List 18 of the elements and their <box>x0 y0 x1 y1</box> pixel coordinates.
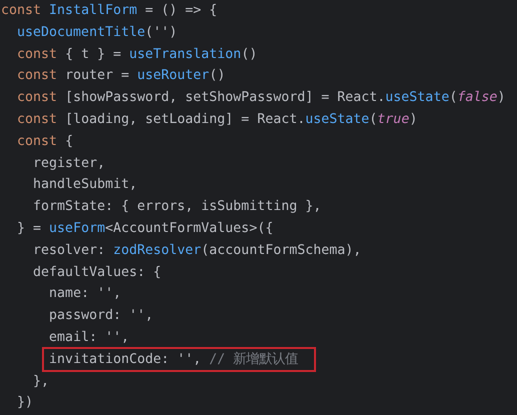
code-line: useDocumentTitle('') <box>17 24 178 40</box>
code-line: const [loading, setLoading] = React.useState(true) <box>17 112 418 127</box>
code-line: const { <box>17 134 74 149</box>
code-line: name: '', <box>49 286 122 302</box>
code-line: const { t } = useTranslation() <box>17 46 258 62</box>
code-line: password: '', <box>49 308 154 324</box>
code-line: const InstallForm = () => { <box>1 3 218 18</box>
code-line: const router = useRouter() <box>17 68 226 84</box>
code-line: email: '', <box>49 330 130 345</box>
code-line: handleSubmit, <box>33 177 138 192</box>
code-line: const [showPassword, setShowPassword] = React.useState(false) <box>17 90 506 106</box>
code-line: formState: { errors, isSubmitting }, <box>33 199 322 214</box>
code-line: defaultValues: { <box>33 264 162 280</box>
code-line: }, <box>33 374 50 389</box>
code-line: } = useForm<AccountFormValues>({ <box>17 220 274 236</box>
code-line: resolver: zodResolver(accountFormSchema), <box>33 242 362 258</box>
code-line: register, <box>33 156 106 171</box>
code-line: }) <box>17 395 34 410</box>
